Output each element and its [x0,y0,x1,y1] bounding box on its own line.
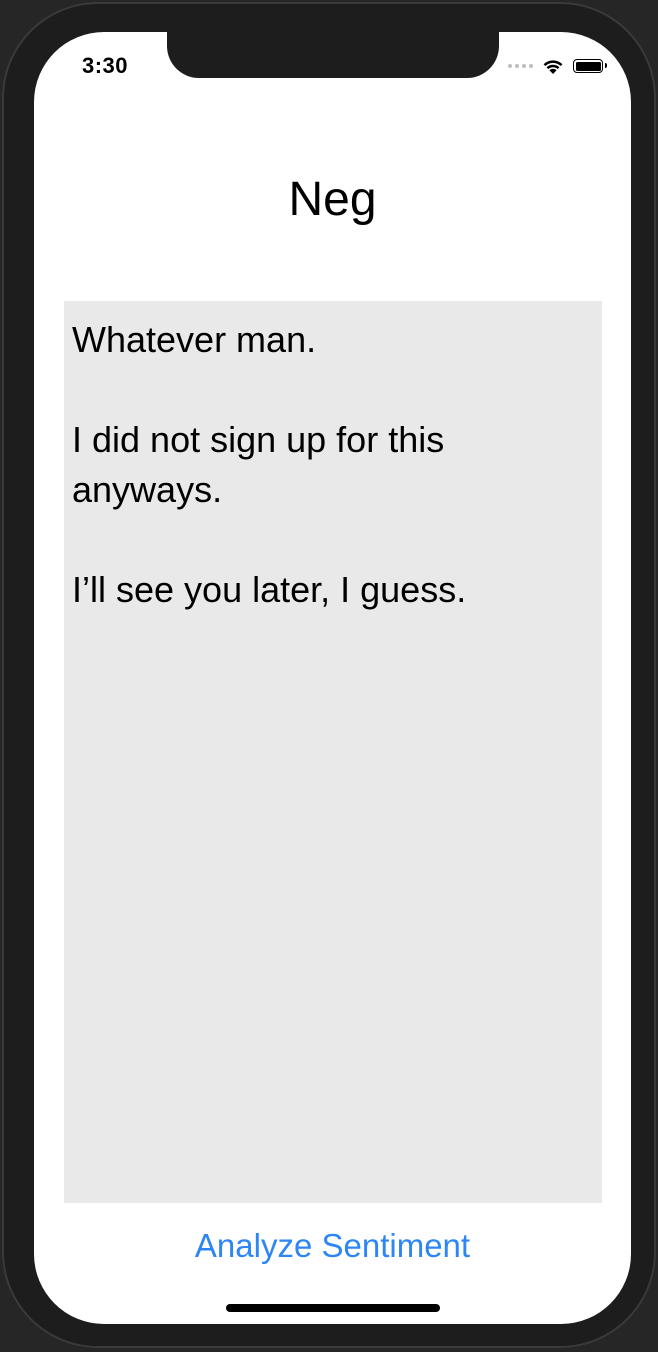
device-notch [167,32,499,78]
page-title: Neg [288,173,377,226]
status-icons [508,56,607,76]
analyze-sentiment-button[interactable]: Analyze Sentiment [34,1221,631,1271]
sentiment-text-input[interactable]: Whatever man. I did not sign up for this… [64,301,602,1203]
wifi-icon [543,60,563,74]
device-frame: 3:30 Neg Whatever man. I did not sign up… [2,2,656,1348]
home-indicator[interactable] [226,1304,440,1312]
status-time: 3:30 [82,53,129,78]
cellular-signal-icon [508,64,533,68]
app-screen: 3:30 Neg Whatever man. I did not sign up… [34,32,631,1324]
battery-icon [573,59,607,73]
